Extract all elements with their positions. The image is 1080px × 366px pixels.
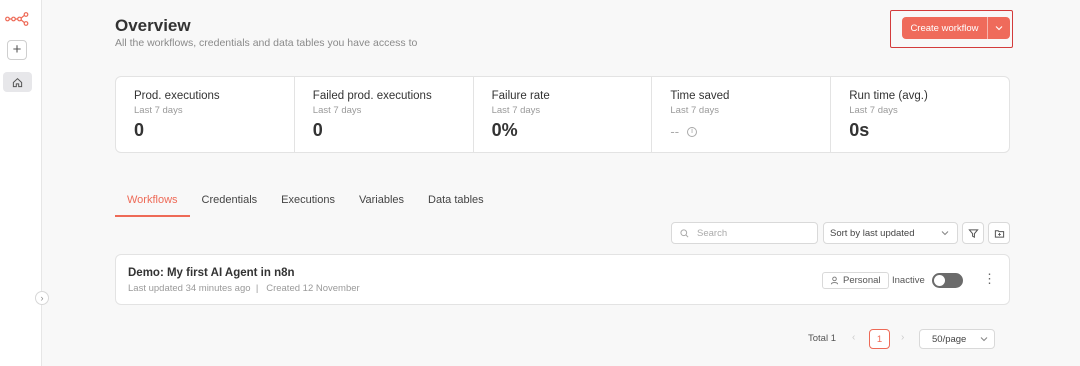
- info-icon[interactable]: i: [687, 126, 698, 137]
- tab-executions[interactable]: Executions: [269, 192, 347, 217]
- pagination-current-page[interactable]: 1: [869, 329, 890, 349]
- stat-time-saved[interactable]: Time saved Last 7 days -- i: [652, 77, 832, 152]
- add-button[interactable]: +: [7, 40, 27, 60]
- tab-credentials[interactable]: Credentials: [190, 192, 270, 217]
- home-icon: [12, 77, 23, 87]
- activate-toggle[interactable]: [932, 273, 963, 288]
- chevron-right-icon: ›: [40, 293, 44, 303]
- create-workflow-button-group: Create workflow: [902, 17, 1010, 39]
- page-title: Overview: [115, 16, 191, 35]
- n8n-logo-icon[interactable]: [5, 12, 29, 26]
- stat-value: 0: [134, 120, 145, 140]
- workflow-card[interactable]: Demo: My first AI Agent in n8n Last upda…: [115, 254, 1010, 305]
- create-workflow-button[interactable]: Create workflow: [902, 17, 988, 39]
- stat-failure-rate[interactable]: Failure rate Last 7 days 0%: [474, 77, 653, 152]
- workflow-updated: Last updated 34 minutes ago: [128, 283, 251, 294]
- sort-select[interactable]: Sort by last updated: [823, 222, 958, 244]
- search-icon: [680, 228, 689, 237]
- stat-failed-prod-executions[interactable]: Failed prod. executions Last 7 days 0: [295, 77, 474, 152]
- stat-period: Last 7 days: [849, 105, 898, 116]
- page-subtitle: All the workflows, credentials and data …: [115, 37, 418, 49]
- pagination-total: Total 1: [808, 333, 836, 344]
- page-size-value: 50/page: [932, 333, 967, 345]
- prev-page-icon[interactable]: ‹: [852, 332, 855, 343]
- stat-run-time[interactable]: Run time (avg.) Last 7 days 0s: [831, 77, 1009, 152]
- meta-divider: |: [253, 283, 264, 294]
- workflow-meta: Last updated 34 minutes ago | Created 12…: [128, 283, 360, 294]
- tab-variables[interactable]: Variables: [347, 192, 416, 217]
- filter-icon: [967, 228, 979, 238]
- stat-period: Last 7 days: [134, 105, 183, 116]
- search-input[interactable]: Search: [671, 222, 818, 244]
- plus-icon: +: [12, 41, 22, 58]
- stat-value: 0%: [491, 120, 518, 140]
- stat-value-row: -- i: [670, 124, 830, 139]
- workflow-created: Created 12 November: [266, 283, 360, 294]
- chevron-down-icon: [941, 231, 949, 236]
- more-options-icon[interactable]: ⋮: [983, 270, 996, 288]
- stat-value: --: [670, 124, 680, 139]
- stat-period: Last 7 days: [491, 105, 541, 116]
- stat-value: 0: [312, 120, 323, 140]
- stat-value: 0s: [849, 120, 870, 140]
- stat-label: Failed prod. executions: [312, 90, 432, 102]
- toggle-knob: [934, 275, 945, 286]
- filter-button[interactable]: [962, 222, 984, 244]
- tab-bar: Workflows Credentials Executions Variabl…: [115, 192, 496, 217]
- workflow-name[interactable]: Demo: My first AI Agent in n8n: [128, 267, 295, 279]
- stat-label: Run time (avg.): [849, 90, 928, 102]
- create-workflow-dropdown[interactable]: [988, 17, 1010, 39]
- stat-period: Last 7 days: [670, 105, 719, 116]
- new-folder-button[interactable]: [988, 222, 1010, 244]
- search-placeholder: Search: [697, 227, 728, 239]
- insights-summary: Prod. executions Last 7 days 0 Failed pr…: [115, 76, 1010, 153]
- stat-label: Time saved: [670, 90, 730, 102]
- sort-value: Sort by last updated: [830, 227, 915, 239]
- stat-period: Last 7 days: [312, 105, 362, 116]
- owner-label: Personal: [843, 275, 881, 286]
- owner-badge: Personal: [822, 272, 889, 289]
- stat-label: Prod. executions: [134, 90, 220, 102]
- user-icon: [830, 276, 839, 285]
- next-page-icon[interactable]: ›: [901, 332, 904, 343]
- sidebar-item-overview[interactable]: [3, 72, 32, 92]
- stat-label: Failure rate: [491, 90, 550, 102]
- sidebar: +: [0, 0, 42, 366]
- chevron-down-icon: [995, 26, 1003, 31]
- chevron-down-icon: [980, 337, 988, 342]
- workflow-status: Inactive: [892, 275, 925, 286]
- stat-prod-executions[interactable]: Prod. executions Last 7 days 0: [116, 77, 295, 152]
- folder-plus-icon: [994, 229, 1004, 238]
- tab-workflows[interactable]: Workflows: [115, 192, 190, 217]
- page-size-select[interactable]: 50/page: [919, 329, 995, 349]
- tab-data-tables[interactable]: Data tables: [416, 192, 496, 217]
- sidebar-expand-button[interactable]: ›: [35, 291, 49, 305]
